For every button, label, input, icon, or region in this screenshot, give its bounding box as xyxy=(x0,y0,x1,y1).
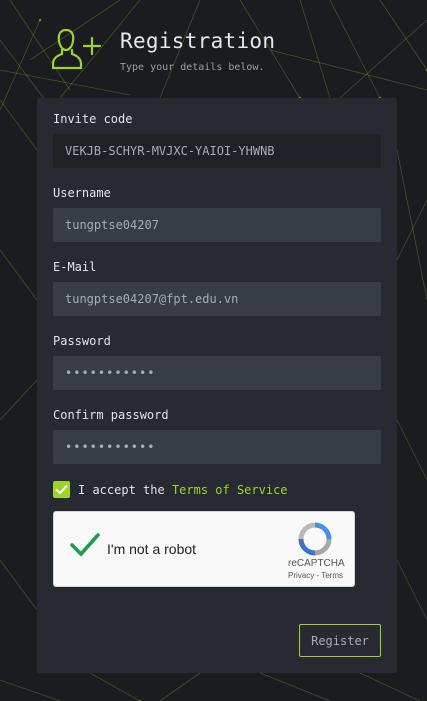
recaptcha-logo-icon xyxy=(298,522,332,556)
recaptcha-privacy-link[interactable]: Privacy xyxy=(288,571,314,580)
recaptcha-check-icon[interactable] xyxy=(70,532,100,558)
registration-form: Invite code VEKJB-SCHYR-MVJXC-YAIOI-YHWN… xyxy=(37,98,397,673)
checkmark-icon xyxy=(55,484,68,495)
recaptcha-terms-link[interactable]: Terms xyxy=(321,571,343,580)
email-label: E-Mail xyxy=(53,260,97,274)
add-user-icon xyxy=(52,28,102,70)
recaptcha-widget: I'm not a robot reCAPTCHA Privacy - Term… xyxy=(53,511,355,587)
recaptcha-links: Privacy - Terms xyxy=(288,571,343,580)
terms-of-service-link[interactable]: Terms of Service xyxy=(172,483,288,497)
username-label: Username xyxy=(53,186,111,200)
email-input[interactable]: tungptse04207@fpt.edu.vn xyxy=(53,282,381,316)
register-button[interactable]: Register xyxy=(299,624,381,657)
recaptcha-brand: reCAPTCHA xyxy=(288,558,345,569)
confirm-password-label: Confirm password xyxy=(53,408,169,422)
accept-terms-checkbox[interactable] xyxy=(53,481,70,498)
password-input[interactable]: ••••••••••• xyxy=(53,356,381,390)
confirm-password-input[interactable]: ••••••••••• xyxy=(53,430,381,464)
username-input[interactable]: tungptse04207 xyxy=(53,208,381,242)
invite-code-label: Invite code xyxy=(53,112,133,126)
accept-terms-text: I accept the Terms of Service xyxy=(78,483,288,497)
page-title: Registration xyxy=(120,29,276,53)
password-label: Password xyxy=(53,334,111,348)
invite-code-input[interactable]: VEKJB-SCHYR-MVJXC-YAIOI-YHWNB xyxy=(53,134,381,168)
page-subtitle: Type your details below. xyxy=(120,62,265,73)
recaptcha-label: I'm not a robot xyxy=(107,541,197,557)
accept-terms-label: I accept the xyxy=(78,483,165,497)
